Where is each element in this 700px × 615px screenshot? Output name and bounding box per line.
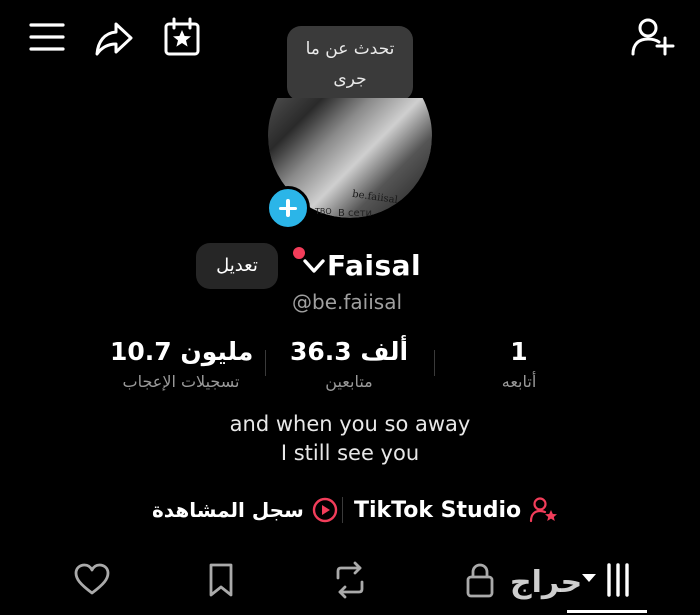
chevron-down-icon[interactable] <box>302 257 326 275</box>
links-divider <box>342 497 343 523</box>
avatar-caption-2: В сети <box>338 208 373 219</box>
watch-history-label: سجل المشاهدة <box>152 498 304 522</box>
calendar-star-icon[interactable] <box>162 17 202 57</box>
bookmark-icon[interactable] <box>201 560 241 600</box>
edit-profile-button[interactable]: تعديل <box>196 243 278 289</box>
watermark: حراج <box>510 565 583 600</box>
display-name[interactable]: Faisal <box>327 249 421 282</box>
stats-divider <box>434 350 435 376</box>
active-tab-indicator <box>567 610 647 613</box>
grid-icon[interactable] <box>578 560 634 600</box>
watch-history-link[interactable]: سجل المشاهدة <box>152 495 338 525</box>
creator-star-icon <box>529 496 559 524</box>
story-tooltip[interactable]: تحدث عن ما جرى <box>287 26 413 101</box>
lock-icon[interactable] <box>460 560 500 600</box>
likes-label: تسجيلات الإعجاب <box>122 372 240 391</box>
followers-label: متابعين <box>325 372 373 391</box>
username: @be.faiisal <box>292 290 402 314</box>
following-label: أتابعه <box>501 372 537 391</box>
share-icon[interactable] <box>94 20 134 58</box>
tiktok-studio-link[interactable]: TikTok Studio <box>354 495 559 525</box>
bio-line: and when you so away <box>229 412 471 436</box>
stats-divider <box>265 350 266 376</box>
add-story-button[interactable] <box>266 186 310 230</box>
avatar-caption-3: ТВО <box>315 207 332 216</box>
tooltip-line-2: جرى <box>333 69 367 89</box>
add-person-icon[interactable] <box>630 16 676 58</box>
tiktok-studio-label: TikTok Studio <box>354 497 522 523</box>
followers-count[interactable]: 36.3 ألف <box>288 337 410 366</box>
following-count[interactable]: 1 <box>480 337 558 366</box>
repost-icon[interactable] <box>330 560 370 600</box>
tooltip-line-1: تحدث عن ما <box>305 39 395 59</box>
heart-icon[interactable] <box>72 560 112 600</box>
bio-line: I still see you <box>280 441 420 465</box>
play-circle-icon <box>312 497 338 523</box>
menu-icon[interactable] <box>28 20 66 54</box>
likes-count[interactable]: 10.7 مليون <box>110 337 253 366</box>
